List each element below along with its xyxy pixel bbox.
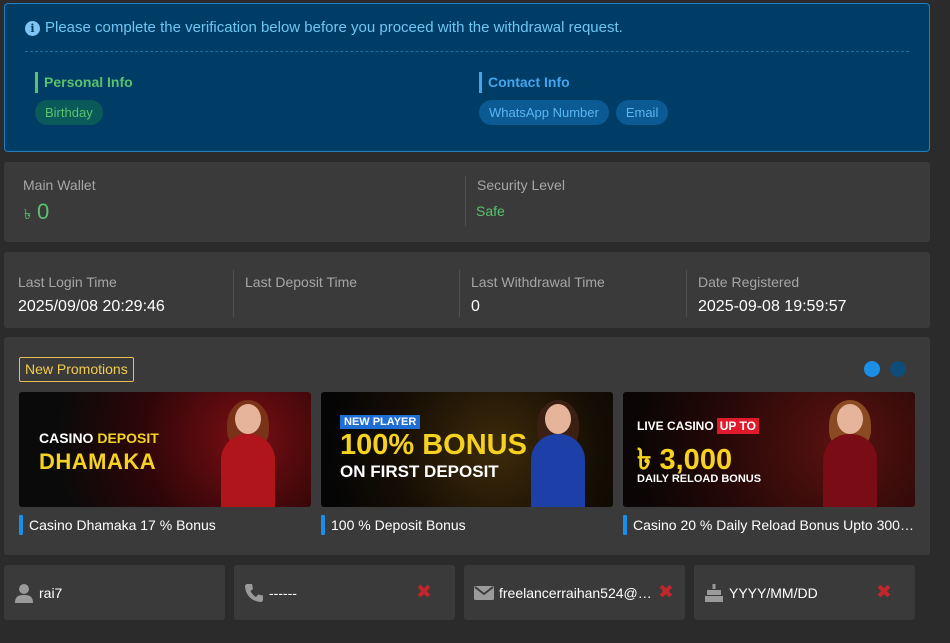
account-times-panel: Last Login Time 2025/09/08 20:29:46 Last… [4, 252, 930, 328]
banner-subheading: ON FIRST DEPOSIT [340, 462, 499, 481]
email-chip[interactable]: Email [615, 100, 669, 125]
promo-card-title[interactable]: Casino 20 % Daily Reload Bonus Upto 3000… [623, 515, 915, 535]
security-level-label: Security Level [477, 177, 565, 193]
whatsapp-chip[interactable]: WhatsApp Number [479, 100, 609, 125]
verification-notice: i Please complete the verification below… [4, 3, 930, 152]
banner-heading: DHAMAKA [39, 449, 157, 474]
banner-tag: NEW PLAYER [340, 415, 421, 429]
last-deposit-cell: Last Deposit Time [245, 274, 357, 298]
date-registered-cell: Date Registered 2025-09-08 19:59:57 [698, 274, 847, 316]
banner-model-image [213, 400, 283, 507]
last-withdrawal-cell: Last Withdrawal Time 0 [471, 274, 605, 316]
cake-icon [705, 583, 723, 602]
banner-model-image [523, 400, 593, 507]
banner-heading: 100% BONUS [340, 429, 527, 461]
promo-banner-image[interactable]: CASINO DEPOSIT DHAMAKA [19, 392, 311, 507]
phone-value: ------ [269, 584, 297, 601]
phone-field[interactable]: ------ ✖ [234, 565, 455, 620]
taka-icon: ৳ [24, 206, 31, 222]
username-value: rai7 [39, 584, 63, 601]
contact-info-section: Contact Info WhatsApp Number Email [479, 72, 669, 125]
personal-info-section: Personal Info Birthday [35, 72, 133, 125]
promotions-panel: New Promotions CASINO DEPOSIT DHAMAKA Ca… [4, 337, 930, 555]
last-withdrawal-label: Last Withdrawal Time [471, 274, 605, 290]
birthday-chip[interactable]: Birthday [35, 100, 103, 125]
banner-model-image [815, 400, 885, 507]
email-field[interactable]: freelancerraihan524@gmail.com ✖ [464, 565, 685, 620]
close-icon[interactable]: ✖ [658, 583, 674, 602]
wallet-divider [465, 176, 466, 226]
banner-heading: CASINO DEPOSIT [39, 430, 159, 446]
security-level-value: Safe [476, 203, 505, 219]
close-icon[interactable]: ✖ [876, 583, 892, 602]
phone-icon [245, 583, 263, 602]
promo-banner-image[interactable]: NEW PLAYER 100% BONUS ON FIRST DEPOSIT [321, 392, 613, 507]
promo-card[interactable]: NEW PLAYER 100% BONUS ON FIRST DEPOSIT 1… [321, 392, 613, 535]
last-login-value: 2025/09/08 20:29:46 [18, 298, 165, 315]
times-divider [233, 270, 234, 317]
notice-divider [25, 51, 909, 52]
times-divider [686, 270, 687, 317]
last-login-label: Last Login Time [18, 274, 117, 290]
notice-message: Please complete the verification below b… [45, 19, 623, 36]
new-promotions-badge: New Promotions [19, 357, 134, 382]
date-registered-value: 2025-09-08 19:59:57 [698, 298, 847, 315]
main-wallet-balance: ৳ 0 [24, 199, 49, 227]
info-icon: i [25, 21, 40, 36]
main-wallet-label: Main Wallet [23, 177, 96, 193]
carousel-dot[interactable] [890, 361, 906, 377]
birthday-field[interactable]: YYYY/MM/DD ✖ [694, 565, 915, 620]
last-deposit-label: Last Deposit Time [245, 274, 358, 290]
times-divider [459, 270, 460, 317]
user-icon [15, 583, 33, 603]
mail-icon [474, 585, 494, 600]
wallet-panel: Main Wallet ৳ 0 Security Level Safe [4, 162, 930, 242]
last-withdrawal-value: 0 [471, 298, 480, 315]
promo-card[interactable]: LIVE CASINO UP TO ৳ 3,000 DAILY RELOAD BO… [623, 392, 915, 535]
contact-info-title: Contact Info [479, 72, 668, 93]
personal-info-title: Personal Info [35, 72, 133, 93]
promo-card-title[interactable]: Casino Dhamaka 17 % Bonus [19, 515, 311, 535]
notice-header: i Please complete the verification below… [25, 19, 623, 36]
carousel-dot-active[interactable] [864, 361, 880, 377]
close-icon[interactable]: ✖ [416, 583, 432, 602]
banner-subheading: DAILY RELOAD BONUS [637, 473, 762, 485]
promo-banner-image[interactable]: LIVE CASINO UP TO ৳ 3,000 DAILY RELOAD BO… [623, 392, 915, 507]
email-value: freelancerraihan524@gmail.com [499, 584, 657, 601]
promo-card-title[interactable]: 100 % Deposit Bonus [321, 515, 613, 535]
banner-tag: LIVE CASINO UP TO [637, 418, 759, 434]
date-registered-label: Date Registered [698, 274, 800, 290]
birthday-placeholder: YYYY/MM/DD [729, 584, 818, 601]
balance-value: 0 [36, 199, 50, 224]
username-field: rai7 [4, 565, 225, 620]
promo-card[interactable]: CASINO DEPOSIT DHAMAKA Casino Dhamaka 17… [19, 392, 311, 535]
last-login-cell: Last Login Time 2025/09/08 20:29:46 [18, 274, 165, 316]
